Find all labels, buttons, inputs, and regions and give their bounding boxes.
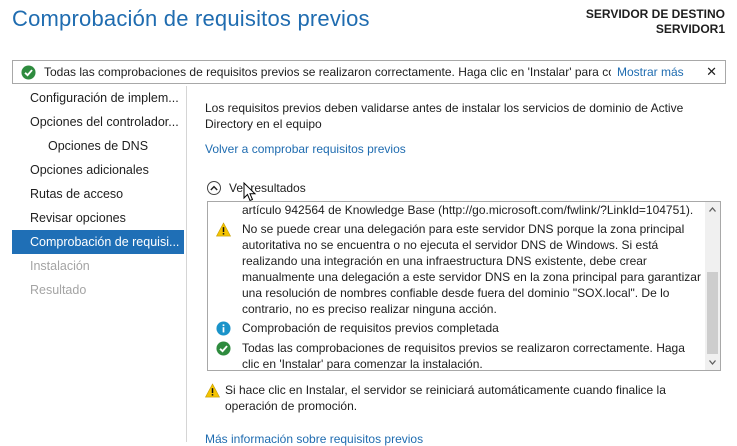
mouse-cursor-icon xyxy=(243,182,257,202)
success-check-icon xyxy=(21,64,36,80)
close-icon[interactable]: ✕ xyxy=(706,64,717,80)
nav-item-prerequisites-check[interactable]: Comprobación de requisi... xyxy=(12,230,184,254)
warning-icon xyxy=(216,222,231,237)
nav-item-review-options[interactable]: Revisar opciones xyxy=(12,206,184,230)
nav-item-results: Resultado xyxy=(30,283,87,297)
success-check-icon xyxy=(216,341,231,356)
result-line-kb: artículo 942564 de Knowledge Base (http:… xyxy=(242,203,694,217)
chevron-up-icon[interactable] xyxy=(207,181,221,195)
scrollbar-thumb[interactable] xyxy=(707,272,718,354)
page-title: Comprobación de requisitos previos xyxy=(12,6,370,31)
restart-warning-text: Si hace clic en Instalar, el servidor se… xyxy=(225,383,666,413)
recheck-prerequisites-link[interactable]: Volver a comprobar requisitos previos xyxy=(205,142,406,156)
info-icon xyxy=(216,321,231,336)
nav-divider xyxy=(186,86,187,442)
status-banner: Todas las comprobaciones de requisitos p… xyxy=(12,60,726,84)
nav-item-installation: Instalación xyxy=(30,259,90,273)
banner-text: Todas las comprobaciones de requisitos p… xyxy=(44,65,611,79)
result-line-complete: Comprobación de requisitos previos compl… xyxy=(242,321,499,335)
scroll-down-icon[interactable] xyxy=(705,355,720,370)
nav-item-paths[interactable]: Rutas de acceso xyxy=(12,182,184,206)
scroll-up-icon[interactable] xyxy=(705,202,720,217)
wizard-nav: Configuración de implem... Opciones del … xyxy=(12,86,184,302)
destination-server-name: SERVIDOR1 xyxy=(655,22,725,36)
show-more-link[interactable]: Mostrar más xyxy=(617,65,684,79)
more-info-link[interactable]: Más información sobre requisitos previos xyxy=(205,432,423,446)
nav-item-dns-options[interactable]: Opciones de DNS xyxy=(12,134,184,158)
nav-item-dc-options[interactable]: Opciones del controlador... xyxy=(12,110,184,134)
result-line-dns-warning: No se puede crear una delegación para es… xyxy=(242,222,701,316)
results-panel: artículo 942564 de Knowledge Base (http:… xyxy=(207,201,721,371)
restart-warning: Si hace clic en Instalar, el servidor se… xyxy=(205,382,720,414)
destination-label: SERVIDOR DE DESTINO xyxy=(585,7,725,21)
nav-item-deployment-config[interactable]: Configuración de implem... xyxy=(12,86,184,110)
result-line-success: Todas las comprobaciones de requisitos p… xyxy=(242,341,685,371)
destination-server: SERVIDOR DE DESTINO SERVIDOR1 xyxy=(586,7,725,37)
warning-icon xyxy=(205,383,220,398)
nav-item-additional-options[interactable]: Opciones adicionales xyxy=(12,158,184,182)
intro-text: Los requisitos previos deben validarse a… xyxy=(205,101,684,131)
results-scrollbar[interactable] xyxy=(705,202,720,370)
view-results-label[interactable]: Ver resultados xyxy=(229,181,306,195)
